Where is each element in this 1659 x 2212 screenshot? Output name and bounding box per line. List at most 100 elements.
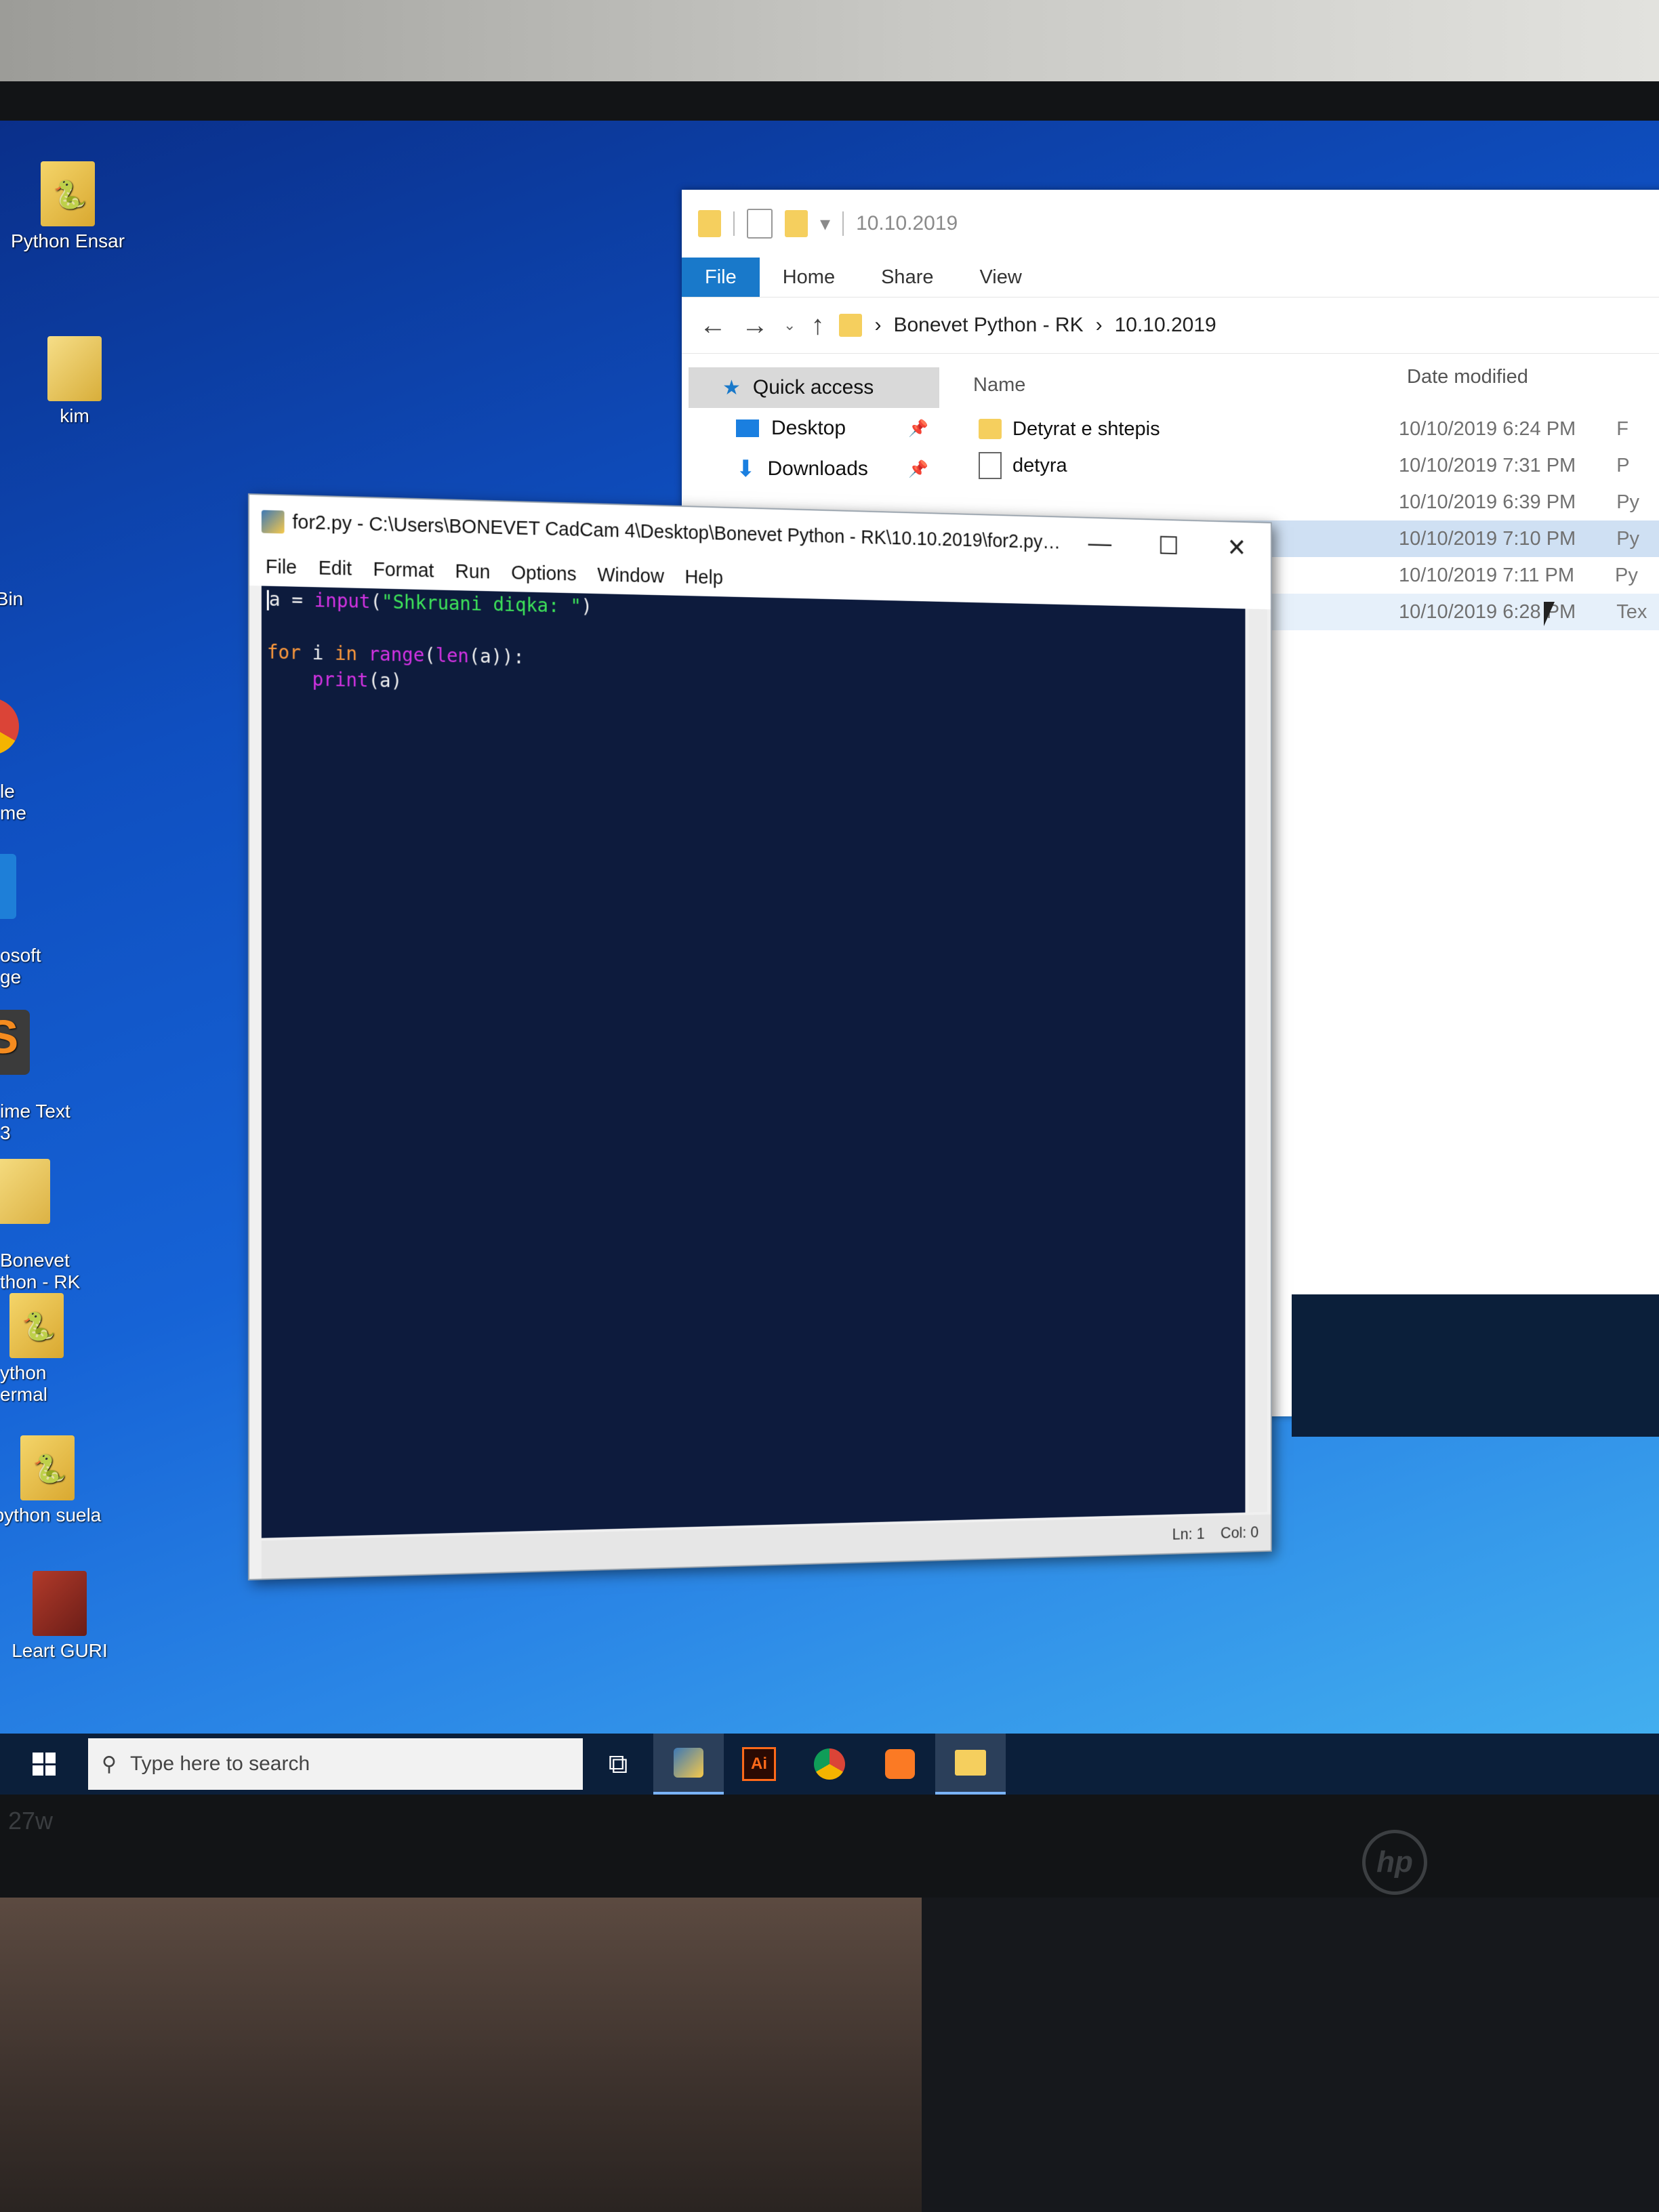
sublime-text-icon: S	[0, 1010, 30, 1075]
vertical-scrollbar[interactable]	[1248, 609, 1267, 1513]
navigation-pane: ★ Quick access Desktop 📌 ⬇ Downloads 📌	[689, 367, 939, 489]
desktop-icon-bonevet[interactable]: Bonevet thon - RK	[0, 1137, 84, 1315]
menu-help[interactable]: Help	[684, 567, 723, 590]
file-type: P	[1616, 454, 1630, 476]
folder-icon	[698, 210, 721, 237]
sidebar-item-quick-access[interactable]: ★ Quick access	[689, 367, 939, 408]
python-idle-icon[interactable]	[653, 1734, 724, 1795]
forward-arrow-icon[interactable]: →	[741, 310, 769, 341]
pin-icon[interactable]: 📌	[908, 419, 928, 438]
menu-edit[interactable]: Edit	[319, 557, 352, 580]
minimize-button[interactable]: —	[1065, 518, 1134, 570]
desktop-icon-python-suela[interactable]: python suela	[0, 1435, 115, 1526]
ribbon-tabs: File Home Share View	[682, 258, 1659, 297]
desktop-screen: Python Ensar kim Bin le me e osoft ge S …	[0, 121, 1659, 1795]
folder-icon	[979, 419, 1002, 439]
menu-run[interactable]: Run	[455, 560, 491, 583]
file-type: Py	[1616, 527, 1640, 550]
divider	[842, 211, 844, 236]
file-row[interactable]: Detyrat e shtepis 10/10/2019 6:24 PM F	[966, 411, 1659, 447]
code-token: in	[334, 642, 358, 665]
mouse-pointer-icon	[1544, 602, 1555, 626]
back-arrow-icon[interactable]: ←	[699, 310, 726, 341]
sidebar-item-label: Quick access	[752, 376, 874, 398]
desktop-icon-label: python suela	[0, 1504, 102, 1525]
search-icon: ⚲	[102, 1753, 117, 1776]
file-date: 10/10/2019 7:11 PM	[1399, 564, 1575, 586]
task-view-icon[interactable]: ⧉	[583, 1734, 653, 1795]
file-type: Tex	[1616, 600, 1647, 623]
code-token: input	[314, 589, 371, 613]
sidebar-item-downloads[interactable]: ⬇ Downloads 📌	[689, 449, 939, 489]
desktop-icon-kim[interactable]: kim	[7, 336, 142, 427]
file-name: detyra	[1012, 454, 1067, 476]
desktop-icon-label: ython ermal	[0, 1362, 48, 1405]
column-header-date[interactable]: Date modified	[1407, 366, 1528, 388]
tab-view[interactable]: View	[956, 258, 1044, 297]
new-folder-icon[interactable]	[785, 210, 808, 237]
folder-icon	[0, 1159, 50, 1224]
desktop-icon-chrome[interactable]: le me	[0, 676, 30, 846]
menu-options[interactable]: Options	[511, 562, 576, 586]
maximize-button[interactable]: ☐	[1134, 520, 1203, 572]
code-token: range	[368, 642, 425, 667]
desktop-icon-label: Bonevet thon - RK	[0, 1250, 81, 1292]
file-date: 10/10/2019 6:39 PM	[1399, 491, 1576, 513]
python-idle-icon	[261, 510, 285, 534]
chevron-down-icon[interactable]: ▾	[820, 212, 830, 236]
sidebar-item-desktop[interactable]: Desktop 📌	[689, 408, 939, 449]
window-title: 10.10.2019	[856, 212, 958, 234]
taskbar-search[interactable]: ⚲ Type here to search	[88, 1738, 583, 1790]
desktop-icon-python-ermal[interactable]: ython ermal	[0, 1293, 98, 1406]
up-arrow-icon[interactable]: ↑	[811, 310, 824, 341]
folder-python-icon	[20, 1435, 75, 1500]
menu-format[interactable]: Format	[373, 558, 434, 582]
xampp-icon[interactable]	[865, 1734, 935, 1795]
desktop-icon-edge[interactable]: e osoft ge	[0, 832, 43, 1010]
code-token: a =	[268, 588, 314, 612]
tab-share[interactable]: Share	[858, 258, 956, 297]
file-explorer-icon[interactable]	[935, 1734, 1006, 1795]
tab-file[interactable]: File	[682, 258, 760, 297]
file-date: 10/10/2019 7:31 PM	[1399, 454, 1576, 476]
desktop-icon-leart-guri[interactable]: Leart GURI	[0, 1571, 127, 1662]
properties-icon[interactable]	[747, 209, 773, 239]
pin-icon[interactable]: 📌	[908, 459, 928, 479]
hp-logo: hp	[1362, 1830, 1427, 1895]
file-row[interactable]: 10/10/2019 6:39 PM Py	[966, 484, 1659, 520]
desktop-icon-python-ensar[interactable]: Python Ensar	[0, 161, 136, 252]
word-document-icon	[47, 336, 102, 401]
code-editor[interactable]: a = input("Shkruani diqka: ") for i in r…	[261, 586, 1246, 1538]
chrome-icon[interactable]	[794, 1734, 865, 1795]
file-name: Detyrat e shtepis	[1012, 417, 1160, 440]
code-token: (a)):	[468, 644, 525, 668]
windows-logo-icon	[33, 1753, 56, 1776]
chrome-icon	[0, 698, 19, 755]
code-token: (	[424, 644, 436, 667]
code-token: (a)	[368, 669, 403, 693]
start-button[interactable]	[0, 1734, 88, 1795]
column-header-name[interactable]: Name	[973, 374, 1025, 396]
code-token: )	[581, 595, 592, 618]
recent-locations-icon[interactable]: ⌄	[783, 316, 796, 334]
file-row[interactable]: detyra 10/10/2019 7:31 PM P	[966, 447, 1659, 484]
idle-editor-window: for2.py - C:\Users\BONEVET CadCam 4\Desk…	[248, 493, 1272, 1580]
explorer-details-pane	[1292, 1294, 1659, 1437]
breadcrumb[interactable]: › Bonevet Python - RK › 10.10.2019	[839, 314, 1216, 337]
desktop-icon-label: Leart GURI	[12, 1640, 108, 1661]
breadcrumb-item[interactable]: 10.10.2019	[1115, 314, 1216, 337]
menu-file[interactable]: File	[266, 556, 297, 579]
desktop-icon-bin[interactable]: Bin	[0, 588, 77, 610]
desktop-icon-label: le me	[0, 781, 26, 823]
breadcrumb-item[interactable]: Bonevet Python - RK	[893, 314, 1083, 337]
desktop-icon-label: Python Ensar	[10, 230, 125, 251]
close-button[interactable]: ✕	[1203, 521, 1271, 573]
tab-home[interactable]: Home	[760, 258, 858, 297]
folder-python-icon	[41, 161, 95, 226]
menu-window[interactable]: Window	[597, 564, 664, 588]
file-type: Py	[1616, 491, 1640, 513]
illustrator-icon[interactable]: Ai	[724, 1734, 794, 1795]
search-placeholder: Type here to search	[129, 1753, 310, 1775]
books-icon	[33, 1571, 87, 1636]
file-type: Py	[1615, 564, 1638, 586]
